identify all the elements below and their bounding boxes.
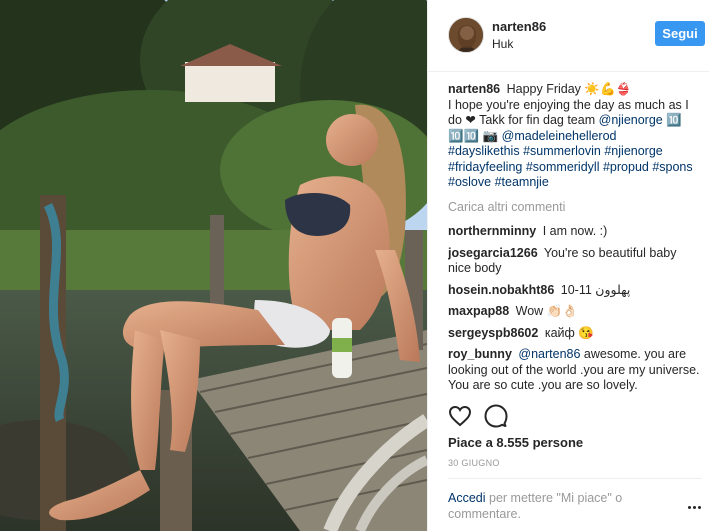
caption-text: Happy Friday ☀️💪👙 — [506, 82, 632, 96]
load-more-comments[interactable]: Carica altri commenti — [448, 200, 702, 216]
heart-icon[interactable] — [448, 404, 474, 430]
comment-username[interactable]: roy_bunny — [448, 347, 512, 361]
post-header: narten86 Huk Segui — [428, 0, 709, 72]
comment-username[interactable]: sergeyspb8602 — [448, 326, 538, 340]
post-username[interactable]: narten86 — [492, 19, 546, 34]
post-location[interactable]: Huk — [492, 37, 513, 51]
caption-hashtag[interactable]: #njienorge — [604, 144, 662, 158]
post-sidebar: narten86 Huk Segui narten86 Happy Friday… — [427, 0, 709, 531]
caption-hashtag[interactable]: #oslove — [448, 175, 491, 189]
caption-mention[interactable]: @njienorge — [599, 113, 663, 127]
comment-text: кайф 😘 — [544, 325, 594, 340]
caption-mention[interactable]: @madeleinehellerod — [502, 129, 617, 143]
caption-hashtag[interactable]: #spons — [652, 160, 692, 174]
post-photo-illustration — [0, 0, 427, 531]
divider — [448, 478, 702, 479]
login-link[interactable]: Accedi — [448, 491, 486, 505]
comment-username[interactable]: hosein.nobakht86 — [448, 283, 554, 297]
caption-hashtag[interactable]: #dayslikethis — [448, 144, 520, 158]
comment-item: sergeyspb8602 кайф 😘 — [448, 326, 702, 342]
comment-item: maxpap88 Wow 👏🏻👌🏻 — [448, 304, 702, 320]
comment-bubble-icon[interactable] — [484, 404, 510, 430]
comment-text: 10-11 پهلوون — [560, 282, 631, 297]
caption-hashtag[interactable]: #sommeridyll — [526, 160, 600, 174]
comment-username[interactable]: maxpap88 — [448, 304, 509, 318]
post-photo[interactable] — [0, 0, 427, 531]
post-actions — [448, 404, 702, 430]
post-date[interactable]: 30 GIUGNO — [448, 458, 500, 468]
comment-item: roy_bunny @narten86 awesome. you are loo… — [448, 347, 702, 394]
instagram-post: narten86 Huk Segui narten86 Happy Friday… — [0, 0, 709, 531]
follow-button[interactable]: Segui — [655, 21, 705, 46]
comment-mention[interactable]: @narten86 — [518, 347, 580, 361]
caption-hashtag[interactable]: #summerlovin — [523, 144, 601, 158]
comment-item: josegarcia1266 You're so beautiful baby … — [448, 246, 702, 277]
avatar-image — [449, 18, 483, 52]
comment-text: I am now. :) — [542, 224, 608, 238]
comment-item: hosein.nobakht86 10-11 پهلوون — [448, 283, 702, 299]
comment-item: northernminny I am now. :) — [448, 224, 702, 240]
caption-username[interactable]: narten86 — [448, 82, 500, 96]
post-caption: narten86 Happy Friday ☀️💪👙 I hope you're… — [448, 82, 702, 191]
comments-list[interactable]: narten86 Happy Friday ☀️💪👙 I hope you're… — [448, 82, 702, 394]
caption-hashtag[interactable]: #teamnjie — [495, 175, 549, 189]
login-prompt: Accedi per mettere "Mi piace" o commenta… — [448, 490, 688, 522]
comment-username[interactable]: northernminny — [448, 224, 536, 238]
caption-hashtag[interactable]: #propud — [603, 160, 649, 174]
avatar[interactable] — [448, 17, 484, 53]
likes-count[interactable]: Piace a 8.555 persone — [448, 435, 583, 450]
comment-text: Wow 👏🏻👌🏻 — [515, 304, 578, 318]
more-options-icon[interactable] — [688, 506, 706, 516]
caption-hashtag[interactable]: #fridayfeeling — [448, 160, 522, 174]
comment-username[interactable]: josegarcia1266 — [448, 246, 538, 260]
